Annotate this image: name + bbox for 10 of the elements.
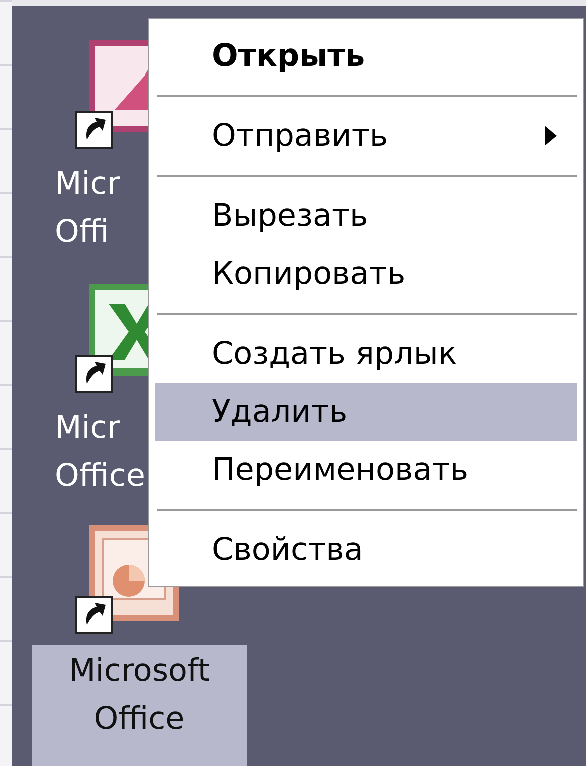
icon-label[interactable]: Microsoft Office — [32, 645, 247, 766]
submenu-arrow-icon — [543, 126, 557, 146]
menu-item[interactable]: Отправить — [155, 107, 577, 165]
menu-item[interactable]: Удалить — [155, 383, 577, 441]
menu-item[interactable]: Открыть — [155, 27, 577, 85]
menu-item[interactable]: Вырезать — [155, 187, 577, 245]
menu-item[interactable]: Создать ярлык — [155, 325, 577, 383]
menu-item[interactable]: Копировать — [155, 245, 577, 303]
menu-item[interactable]: Переименовать — [155, 441, 577, 499]
menu-item[interactable]: Свойства — [155, 521, 577, 579]
